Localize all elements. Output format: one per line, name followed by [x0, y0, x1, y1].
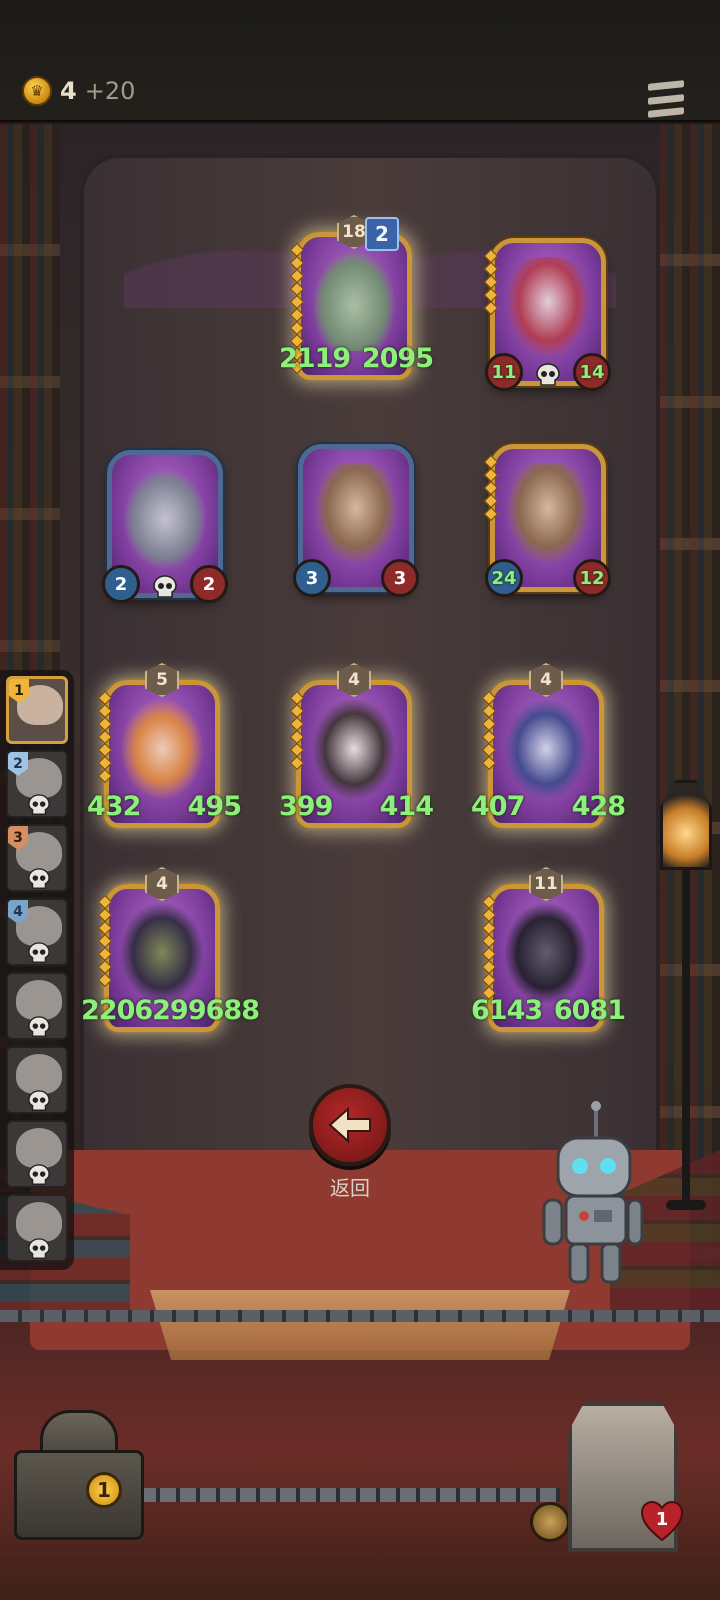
witch-girl-portrait [505, 699, 587, 799]
tin-robot-portrait [124, 469, 206, 569]
frame-bottom-rail [140, 1488, 560, 1502]
bell-icon[interactable] [530, 1502, 570, 1542]
attack-stat: 407 [471, 790, 525, 822]
gold-display: ♛ 4 +20 [22, 76, 135, 106]
street-lamp [660, 780, 712, 1250]
rocket-ship-gold-portrait [507, 463, 589, 563]
roster-slot[interactable] [6, 1194, 68, 1262]
roster-slot[interactable] [6, 1120, 68, 1188]
skull-icon [28, 1164, 50, 1185]
back-button-label: 返回 [330, 1176, 370, 1200]
skull-icon [28, 1238, 50, 1259]
roster-slot[interactable] [6, 1046, 68, 1114]
treasure-chest-button[interactable]: 1 [6, 1410, 148, 1542]
roster-slot[interactable]: 2 [6, 750, 68, 818]
goat-sorcerer-portrait [313, 251, 395, 351]
roster-slot[interactable]: 4 [6, 898, 68, 966]
health-stat: 12 [573, 559, 611, 597]
shadow-fiend-portrait [121, 903, 203, 1003]
unit-card-rocket-ship[interactable]: 3 3 [293, 444, 419, 597]
skull-icon [28, 1016, 50, 1037]
top-bar: ♛ 4 +20 [0, 0, 720, 122]
arrow-left-icon [328, 1107, 371, 1143]
unit-card-cow-dog[interactable]: 4 399 414 [279, 663, 434, 828]
attack-stat: 24 [485, 559, 523, 597]
health-stat: 3 [381, 559, 419, 597]
opponent-roster: 1 2 3 4 [0, 670, 74, 1270]
roster-slot[interactable]: 1 [6, 676, 68, 744]
unit-card-goat-sorcerer[interactable]: 18 2 2119 2095 [279, 215, 434, 380]
unit-card-witch-girl[interactable]: 4 407 428 [471, 663, 626, 828]
attack-stat: 2119 [279, 342, 351, 374]
robot-mascot[interactable] [540, 1100, 644, 1290]
goggles-mechanic-portrait [121, 699, 203, 799]
unit-card-shadow-fiend[interactable]: 4 220629 9688 [81, 867, 260, 1032]
cow-dog-portrait [313, 699, 395, 799]
attack-stat: 6143 [471, 994, 543, 1026]
health-stat: 2 [190, 565, 228, 603]
unit-card-dark-knight[interactable]: 11 6143 6081 [471, 867, 626, 1032]
skull-icon [536, 363, 560, 386]
attack-stat: 432 [87, 790, 141, 822]
unit-card-goggles-mechanic[interactable]: 5 432 495 [87, 663, 242, 828]
hamburger-menu-icon[interactable] [648, 80, 684, 118]
unit-card-rocket-ship-gold[interactable]: 24 12 [483, 444, 611, 597]
attack-stat: 2 [102, 565, 140, 603]
attack-stat: 399 [279, 790, 333, 822]
skull-icon [28, 794, 50, 815]
back-button[interactable] [309, 1084, 391, 1166]
attack-stat: 220629 [81, 994, 189, 1026]
unit-card-clown-jester[interactable]: 11 14 [483, 238, 611, 391]
gold-amount: 4 [60, 77, 77, 105]
attack-stat: 3 [293, 559, 331, 597]
health-stat: 9688 [187, 994, 260, 1026]
health-stat: 2095 [361, 342, 434, 374]
dark-knight-portrait [505, 903, 587, 1003]
rug-pattern [150, 1290, 570, 1360]
crown-coin-icon: ♛ [22, 76, 52, 106]
skull-icon [28, 868, 50, 889]
chest-count-badge: 1 [86, 1472, 122, 1508]
health-stat: 495 [187, 790, 242, 822]
health-stat: 14 [573, 353, 611, 391]
gold-income: +20 [84, 77, 136, 105]
attack-stat: 11 [485, 353, 523, 391]
health-stat: 6081 [553, 994, 626, 1026]
hourglass-icon: 2 [365, 217, 399, 251]
lives-heart: 1 [640, 1500, 684, 1542]
roster-slot[interactable]: 3 [6, 824, 68, 892]
health-stat: 428 [571, 790, 626, 822]
skull-icon [28, 1090, 50, 1111]
clown-jester-portrait [507, 257, 589, 357]
skull-icon [28, 942, 50, 963]
roster-slot[interactable] [6, 972, 68, 1040]
health-stat: 414 [379, 790, 434, 822]
lives-count: 1 [655, 1509, 669, 1530]
unit-card-tin-robot[interactable]: 2 2 [102, 450, 228, 603]
rocket-ship-portrait [315, 463, 397, 563]
skull-icon [153, 575, 177, 598]
frame-rail [0, 1310, 720, 1322]
